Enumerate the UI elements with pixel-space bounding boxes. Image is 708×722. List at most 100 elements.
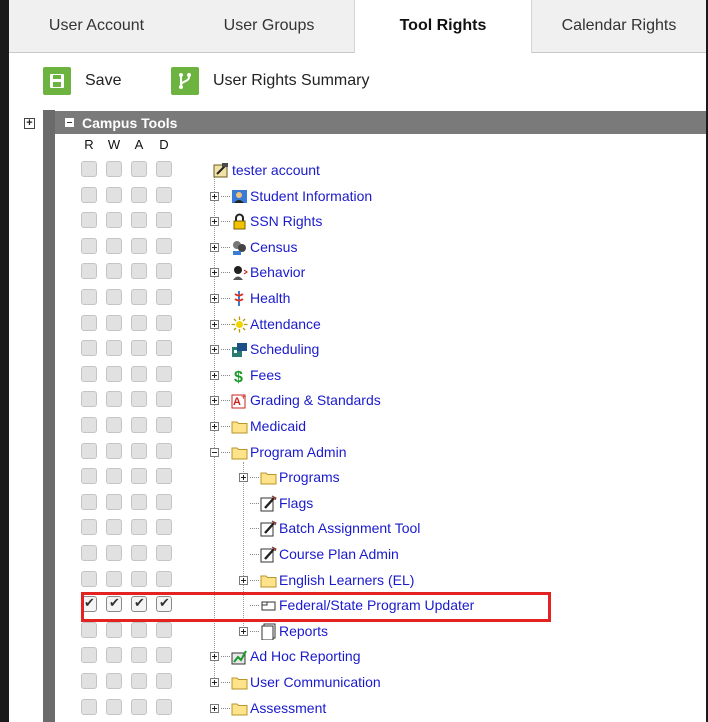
tree-item-label[interactable]: Batch Assignment Tool <box>279 520 420 536</box>
delete-checkbox[interactable] <box>156 468 172 484</box>
expand-icon[interactable] <box>210 319 219 329</box>
read-checkbox[interactable] <box>81 289 97 305</box>
read-checkbox[interactable] <box>81 212 97 228</box>
write-checkbox[interactable] <box>106 622 122 638</box>
delete-checkbox[interactable] <box>156 391 172 407</box>
write-checkbox[interactable] <box>106 289 122 305</box>
add-checkbox[interactable] <box>131 289 147 305</box>
expand-icon[interactable] <box>210 421 219 431</box>
delete-checkbox[interactable] <box>156 699 172 715</box>
add-checkbox[interactable] <box>131 443 147 459</box>
delete-checkbox[interactable] <box>156 187 172 203</box>
collapse-icon[interactable] <box>210 447 219 457</box>
write-checkbox[interactable] <box>106 443 122 459</box>
tree-item-label[interactable]: Student Information <box>250 188 372 204</box>
tab-user-account[interactable]: User Account <box>9 0 184 52</box>
write-checkbox[interactable] <box>106 161 122 177</box>
delete-checkbox[interactable] <box>156 673 172 689</box>
tree-item-label[interactable]: Census <box>250 239 297 255</box>
delete-checkbox[interactable] <box>156 238 172 254</box>
write-checkbox[interactable] <box>106 571 122 587</box>
read-checkbox[interactable] <box>81 699 97 715</box>
add-checkbox[interactable] <box>131 161 147 177</box>
expand-icon[interactable] <box>210 344 219 354</box>
read-checkbox[interactable] <box>81 647 97 663</box>
add-checkbox[interactable] <box>131 647 147 663</box>
add-checkbox[interactable] <box>131 494 147 510</box>
expand-icon[interactable] <box>210 651 219 661</box>
read-checkbox[interactable] <box>81 571 97 587</box>
delete-checkbox[interactable] <box>156 443 172 459</box>
tree-item-label[interactable]: SSN Rights <box>250 213 322 229</box>
tree-item-label[interactable]: Grading & Standards <box>250 392 381 408</box>
add-checkbox[interactable] <box>131 699 147 715</box>
read-checkbox[interactable] <box>81 622 97 638</box>
write-checkbox[interactable] <box>106 340 122 356</box>
add-checkbox[interactable] <box>131 366 147 382</box>
expand-icon[interactable] <box>210 677 219 687</box>
expand-icon[interactable] <box>210 267 219 277</box>
tree-item-label[interactable]: Course Plan Admin <box>279 546 399 562</box>
add-checkbox[interactable] <box>131 212 147 228</box>
expand-icon[interactable] <box>210 216 219 226</box>
tree-item-label[interactable]: Fees <box>250 367 281 383</box>
write-checkbox[interactable] <box>106 545 122 561</box>
write-checkbox[interactable] <box>106 673 122 689</box>
write-checkbox[interactable] <box>106 391 122 407</box>
write-checkbox[interactable] <box>106 468 122 484</box>
read-checkbox[interactable] <box>81 238 97 254</box>
expand-icon[interactable] <box>210 395 219 405</box>
tree-item-label[interactable]: Attendance <box>250 316 321 332</box>
collapse-icon[interactable] <box>65 118 74 127</box>
tree-item-label[interactable]: Program Admin <box>250 444 346 460</box>
read-checkbox[interactable] <box>81 545 97 561</box>
tree-item-label[interactable]: English Learners (EL) <box>279 572 414 588</box>
delete-checkbox[interactable] <box>156 545 172 561</box>
expand-icon[interactable] <box>239 575 248 585</box>
add-checkbox[interactable] <box>131 187 147 203</box>
read-checkbox[interactable] <box>81 673 97 689</box>
add-checkbox[interactable] <box>131 673 147 689</box>
add-checkbox[interactable] <box>131 545 147 561</box>
write-checkbox[interactable] <box>106 647 122 663</box>
write-checkbox[interactable] <box>106 494 122 510</box>
tab-user-groups[interactable]: User Groups <box>184 0 354 52</box>
read-checkbox[interactable] <box>81 263 97 279</box>
write-checkbox[interactable] <box>106 263 122 279</box>
delete-checkbox[interactable] <box>156 494 172 510</box>
delete-checkbox[interactable] <box>156 315 172 331</box>
add-checkbox[interactable] <box>131 417 147 433</box>
read-checkbox[interactable] <box>81 366 97 382</box>
expand-icon[interactable] <box>210 242 219 252</box>
expand-all-icon[interactable]: + <box>24 118 35 129</box>
delete-checkbox[interactable] <box>156 161 172 177</box>
read-checkbox[interactable] <box>81 417 97 433</box>
delete-checkbox[interactable] <box>156 289 172 305</box>
add-checkbox[interactable] <box>131 571 147 587</box>
add-checkbox[interactable] <box>131 315 147 331</box>
tree-item-label[interactable]: Health <box>250 290 290 306</box>
read-checkbox[interactable] <box>81 519 97 535</box>
save-button[interactable]: Save <box>43 67 121 95</box>
write-checkbox[interactable] <box>106 519 122 535</box>
tree-item-label[interactable]: Flags <box>279 495 313 511</box>
delete-checkbox[interactable] <box>156 519 172 535</box>
tree-item-label[interactable]: User Communication <box>250 674 381 690</box>
add-checkbox[interactable] <box>131 391 147 407</box>
write-checkbox[interactable] <box>106 366 122 382</box>
tree-item-label[interactable]: Scheduling <box>250 341 319 357</box>
write-checkbox[interactable] <box>106 187 122 203</box>
delete-checkbox[interactable] <box>156 263 172 279</box>
delete-checkbox[interactable] <box>156 647 172 663</box>
tree-item-label[interactable]: Programs <box>279 469 340 485</box>
read-checkbox[interactable] <box>81 315 97 331</box>
write-checkbox[interactable] <box>106 699 122 715</box>
add-checkbox[interactable] <box>131 340 147 356</box>
expand-icon[interactable] <box>210 293 219 303</box>
user-rights-summary-button[interactable]: User Rights Summary <box>171 67 369 95</box>
write-checkbox[interactable] <box>106 315 122 331</box>
tree-item-label[interactable]: Reports <box>279 623 328 639</box>
add-checkbox[interactable] <box>131 238 147 254</box>
tree-item-label[interactable]: Medicaid <box>250 418 306 434</box>
tree-item-label[interactable]: Assessment <box>250 700 326 716</box>
